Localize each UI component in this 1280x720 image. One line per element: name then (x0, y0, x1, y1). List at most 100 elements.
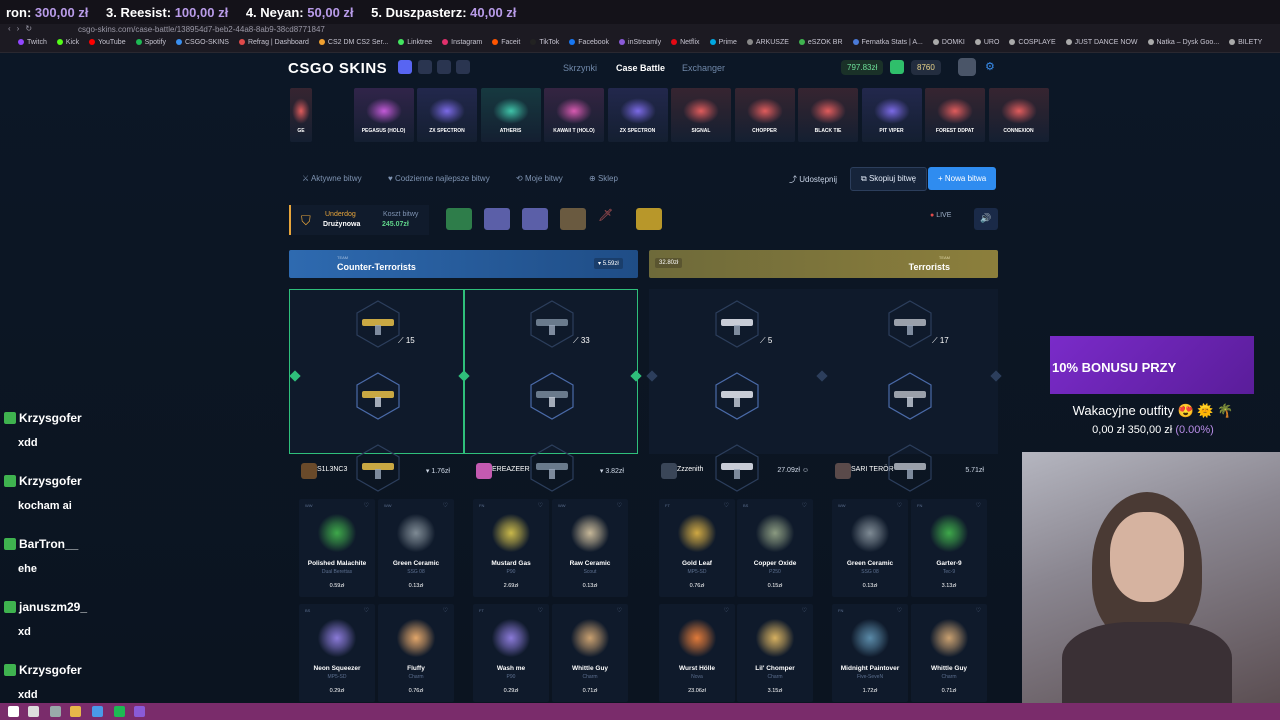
favorite-icon[interactable]: ♡ (802, 607, 807, 614)
won-item-card[interactable]: FN ♡ Midnight Paintover Five-SeveN 1.72zł (832, 604, 908, 702)
bookmark[interactable]: Prime (709, 39, 737, 46)
knife-icon[interactable]: 🗡 (598, 208, 624, 230)
case-icon[interactable] (446, 208, 472, 230)
feed-item[interactable]: ZX SPECTRON (607, 88, 668, 142)
won-item-card[interactable]: BS ♡ Neon Squeezer MP5-SD 0.29zł (299, 604, 375, 702)
bookmark[interactable]: Twitch (18, 39, 47, 46)
favorite-icon[interactable]: ♡ (364, 502, 369, 509)
favorite-icon[interactable]: ♡ (976, 502, 981, 509)
deposit-icon[interactable] (890, 60, 904, 74)
balance-badge[interactable]: 797.83zł (841, 60, 884, 75)
bookmark[interactable]: Linktree (398, 39, 432, 46)
favorite-icon[interactable]: ♡ (724, 607, 729, 614)
bookmark[interactable]: ARKUSZE (746, 39, 789, 46)
favorite-icon[interactable]: ♡ (538, 502, 543, 509)
bookmark[interactable]: Refrag | Dashboard (238, 39, 309, 46)
bookmark[interactable]: JUST DANCE NOW (1065, 39, 1138, 46)
chat-username[interactable]: januszm29_ (19, 600, 87, 614)
favorite-icon[interactable]: ♡ (443, 607, 448, 614)
bookmark[interactable]: Faceit (492, 39, 520, 46)
spotify-icon[interactable] (114, 706, 125, 717)
feed-item[interactable]: BLACK TIE (798, 88, 858, 142)
bookmark[interactable]: DOMKI (932, 39, 965, 46)
won-item-card[interactable]: ♡ Lil' Chomper Charm 3.15zł (737, 604, 813, 702)
won-item-card[interactable]: ♡ Whittle Guy Charm 0.71zł (911, 604, 987, 702)
won-item-card[interactable]: FT ♡ Gold Leaf MP5-SD 0.76zł (659, 499, 735, 597)
nav-buttons[interactable]: ‹›↻ (8, 24, 38, 33)
favorite-icon[interactable]: ♡ (724, 502, 729, 509)
share-button[interactable]: ⤴ Udostępnij (789, 174, 837, 185)
bookmark[interactable]: URO (974, 39, 999, 46)
tab-active-battles[interactable]: ⚔ Aktywne bitwy (302, 174, 362, 183)
won-item-card[interactable]: ♡ Wurst Hölle Nova 23.06zł (659, 604, 735, 702)
bookmark[interactable]: CSGO-SKINS (176, 39, 229, 46)
avatar[interactable] (958, 58, 976, 76)
favorite-icon[interactable]: ♡ (897, 607, 902, 614)
bookmark[interactable]: COSPLAYE (1009, 39, 1056, 46)
favorite-icon[interactable]: ♡ (364, 607, 369, 614)
bookmark[interactable]: Fernatka Stats | A... (852, 39, 923, 46)
bookmark[interactable]: BILETY (1229, 39, 1262, 46)
nav-cases[interactable]: Skrzynki (563, 63, 597, 73)
won-item-card[interactable]: ♡ Fluffy Charm 0.76zł (378, 604, 454, 702)
feed-item[interactable]: SIGNAL (671, 88, 731, 142)
taskview-icon[interactable] (50, 706, 61, 717)
facebook-icon[interactable] (418, 60, 432, 74)
settings-icon[interactable]: ⚙ (985, 60, 995, 73)
won-item-card[interactable]: WW ♡ Green Ceramic SSG 08 0.13zł (832, 499, 908, 597)
nav-case-battle[interactable]: Case Battle (616, 63, 665, 73)
folder-icon[interactable] (70, 706, 81, 717)
favorite-icon[interactable]: ♡ (976, 607, 981, 614)
chat-username[interactable]: Krzysgofer (19, 474, 82, 488)
feed-item[interactable]: FOREST DDPAT (925, 88, 985, 142)
feed-item[interactable]: PEGASUS (HOLO) (353, 88, 414, 142)
feed-item[interactable]: KAWAII T (HOLO) (544, 88, 604, 142)
bookmark[interactable]: eSZOK BR (798, 39, 843, 46)
case-icon[interactable] (484, 208, 510, 230)
won-item-card[interactable]: WW ♡ Polished Malachite Dual Berettas 0.59zł (299, 499, 375, 597)
bookmark[interactable]: Facebook (569, 39, 609, 46)
bookmark[interactable]: CS2 DM CS2 Ser... (318, 39, 388, 46)
address-bar[interactable]: ‹›↻ csgo-skins.com/case-battle/138954d7-… (0, 24, 1280, 36)
chat-username[interactable]: BarTron__ (19, 537, 78, 551)
chat-username[interactable]: Krzysgofer (19, 663, 82, 677)
search-icon[interactable] (28, 706, 39, 717)
bookmark[interactable]: Instagram (442, 39, 482, 46)
bookmark[interactable]: Natka – Dysk Goo... (1147, 39, 1219, 46)
browser-icon[interactable] (92, 706, 103, 717)
feed-item[interactable]: PIT VIPER (861, 88, 922, 142)
won-item-card[interactable]: WW ♡ Green Ceramic SSG 08 0.13zł (378, 499, 454, 597)
won-item-card[interactable]: FT ♡ Wash me P90 0.29zł (473, 604, 549, 702)
chat-username[interactable]: Krzysgofer (19, 411, 82, 425)
bookmark[interactable]: YouTube (89, 39, 126, 46)
won-item-card[interactable]: ♡ Whittle Guy Charm 0.71zł (552, 604, 628, 702)
case-icon[interactable] (522, 208, 548, 230)
sound-icon[interactable]: 🔊 (974, 208, 998, 230)
bookmark[interactable]: Netflix (671, 39, 700, 46)
favorite-icon[interactable]: ♡ (538, 607, 543, 614)
bookmark[interactable]: Spotify (135, 39, 166, 46)
tab-my-battles[interactable]: ⟲ Moje bitwy (516, 174, 563, 183)
won-item-card[interactable]: FN ♡ Garter-9 Tec-9 3.13zł (911, 499, 987, 597)
tab-daily-best[interactable]: ♥ Codzienne najlepsze bitwy (388, 174, 490, 183)
case-icon[interactable] (636, 208, 662, 230)
tab-shop[interactable]: ⊕ Sklep (589, 174, 618, 183)
feed-item[interactable]: CONNEXION (988, 88, 1049, 142)
favorite-icon[interactable]: ♡ (802, 502, 807, 509)
favorite-icon[interactable]: ♡ (897, 502, 902, 509)
twitch-icon[interactable] (134, 706, 145, 717)
favorite-icon[interactable]: ♡ (443, 502, 448, 509)
bookmark[interactable]: inStreamly (619, 39, 661, 46)
case-icon[interactable] (560, 208, 586, 230)
favorite-icon[interactable]: ♡ (617, 607, 622, 614)
site-logo[interactable]: CSGO SKINS (288, 60, 387, 77)
windows-icon[interactable] (8, 706, 19, 717)
instagram-icon[interactable] (437, 60, 451, 74)
won-item-card[interactable]: BS ♡ Copper Oxide P250 0.15zł (737, 499, 813, 597)
feed-item[interactable]: CHOPPER (734, 88, 795, 142)
bookmark[interactable]: TikTok (530, 39, 559, 46)
won-item-card[interactable]: WW ♡ Raw Ceramic Scout 0.13zł (552, 499, 628, 597)
nav-exchanger[interactable]: Exchanger (682, 63, 725, 73)
feed-item[interactable]: GE (290, 88, 312, 142)
bookmark[interactable]: Kick (56, 39, 79, 46)
